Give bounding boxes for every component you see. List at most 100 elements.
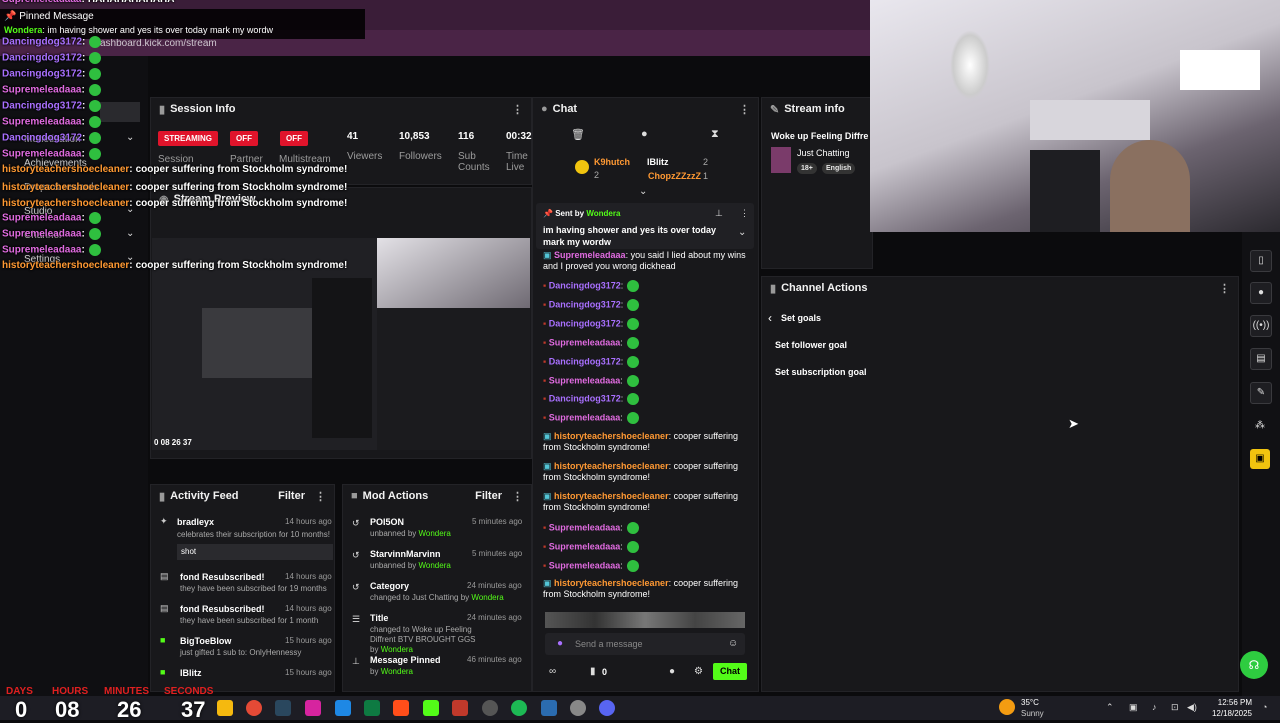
infinity-icon[interactable]: ∞	[549, 666, 556, 677]
chat-message[interactable]: ▣ historyteachershoecleaner: cooper suff…	[543, 491, 753, 513]
chat-username[interactable]: historyteachershoecleaner	[554, 491, 669, 501]
colon-separator: :	[129, 260, 133, 271]
share-icon[interactable]: ⁂	[1250, 416, 1270, 436]
chat-bubble-icon[interactable]: ●	[1250, 282, 1272, 304]
settings-app-icon[interactable]	[570, 700, 586, 716]
steam-icon[interactable]	[275, 700, 291, 716]
chat-message[interactable]: ▪ Dancingdog3172:	[543, 318, 753, 330]
emote-bar[interactable]	[545, 612, 745, 628]
kebab-icon[interactable]: ⋮	[315, 490, 326, 503]
wrench-icon[interactable]: ✎	[1250, 382, 1272, 404]
subs-value: 116	[458, 131, 475, 142]
chat-message[interactable]: ▪ Supremeleadaaa:	[543, 337, 753, 349]
chat-username[interactable]: Supremeleadaaa	[554, 250, 626, 260]
obs-icon[interactable]	[482, 700, 498, 716]
unpin-icon[interactable]: ⊥	[715, 208, 723, 219]
clock-date[interactable]: 12/18/2025	[1208, 709, 1252, 718]
chevron-up-icon[interactable]: ⌃	[1106, 702, 1114, 713]
chat-message[interactable]: ▪ Supremeleadaaa:	[543, 375, 753, 387]
clipboard-icon[interactable]: ▯	[1250, 250, 1272, 272]
discord-icon[interactable]	[599, 700, 615, 716]
chat-message[interactable]: ▪ Supremeleadaaa:	[543, 541, 753, 553]
chat-message[interactable]: ▪ Dancingdog3172:	[543, 299, 753, 311]
set-goals-back[interactable]: Set goals	[781, 313, 821, 323]
kebab-icon[interactable]: ⋮	[739, 103, 750, 116]
chat-message[interactable]: ▣ Supremeleadaaa: you said I lied about …	[543, 250, 753, 272]
chat-bubble-icon[interactable]: ●	[669, 666, 675, 677]
kick-app-icon[interactable]	[423, 700, 439, 716]
mod-filter-button[interactable]: Filter	[475, 490, 502, 502]
back-arrow-icon[interactable]: ‹	[768, 311, 772, 325]
chat-message[interactable]: ▪ Supremeleadaaa:	[543, 522, 753, 534]
instagram-icon[interactable]	[305, 700, 321, 716]
set-follower-goal[interactable]: Set follower goal	[775, 340, 847, 350]
chat-message[interactable]: ▪ Supremeleadaaa:	[543, 412, 753, 424]
sidebar-active-item[interactable]	[100, 102, 140, 122]
chat-message[interactable]: ▣ historyteachershoecleaner: cooper suff…	[543, 431, 753, 453]
weather-temp[interactable]: 35°C	[1021, 698, 1039, 707]
clapper-icon[interactable]: ▣	[1250, 449, 1270, 469]
chat-username[interactable]: historyteachershoecleaner	[554, 461, 669, 471]
brave-icon[interactable]	[393, 700, 409, 716]
trash-icon[interactable]: 🗑	[571, 128, 585, 141]
chevron-down-icon[interactable]: ⌄	[126, 228, 134, 239]
hourglass-icon[interactable]: ⧗	[711, 128, 719, 141]
kebab-icon[interactable]: ⋮	[512, 103, 523, 116]
chat-username[interactable]: historyteachershoecleaner	[554, 578, 669, 588]
chat-username[interactable]: Supremeleadaaa	[549, 375, 621, 385]
chevron-down-icon[interactable]: ⌄	[639, 186, 647, 197]
set-subscription-goal[interactable]: Set subscription goal	[775, 367, 867, 377]
leaderboard-user[interactable]: K9hutch	[594, 157, 630, 167]
chevron-down-icon[interactable]: ⌄	[126, 132, 134, 143]
clock-time[interactable]: 12:56 PM	[1214, 698, 1252, 707]
chat-send-button[interactable]: Chat	[713, 663, 747, 680]
url-text[interactable]: ashboard.kick.com/stream	[100, 38, 217, 49]
kebab-icon[interactable]: ⋮	[1219, 282, 1230, 295]
chat-username[interactable]: Dancingdog3172	[549, 280, 621, 290]
chat-username[interactable]: Supremeleadaaa	[549, 337, 621, 347]
chat-username[interactable]: Dancingdog3172	[549, 393, 621, 403]
spotify-icon[interactable]	[511, 700, 527, 716]
activity-filter-button[interactable]: Filter	[278, 490, 305, 502]
chat-username[interactable]: Supremeleadaaa	[549, 412, 621, 422]
smile-icon[interactable]: ☺	[728, 638, 738, 649]
chat-message[interactable]: ▪ Dancingdog3172:	[543, 393, 753, 405]
edge-icon[interactable]	[335, 700, 351, 716]
microphone-icon[interactable]: ♪	[1152, 702, 1157, 712]
chat-message[interactable]: ▪ Dancingdog3172:	[543, 280, 753, 292]
chat-message[interactable]: ▪ Dancingdog3172:	[543, 356, 753, 368]
kebab-icon[interactable]: ⋮	[740, 208, 749, 219]
leaderboard-user[interactable]: ChopzZZzzZ	[648, 171, 701, 181]
chat-username[interactable]: historyteachershoecleaner	[554, 431, 669, 441]
store-icon[interactable]	[541, 700, 557, 716]
chat-message[interactable]: ▣ historyteachershoecleaner: cooper suff…	[543, 578, 753, 600]
leaderboard-user[interactable]: IBlitz	[647, 157, 669, 167]
weather-desc[interactable]: Sunny	[1021, 709, 1044, 718]
broadcast-icon[interactable]: ((•))	[1250, 315, 1272, 337]
volume-icon[interactable]: ◀)	[1187, 702, 1197, 713]
network-icon[interactable]: ⊡	[1171, 702, 1179, 713]
chrome-icon[interactable]	[246, 700, 262, 716]
notifications-icon[interactable]: ◔	[1262, 702, 1267, 712]
kebab-icon[interactable]: ⋮	[512, 490, 523, 503]
tray-app-icon[interactable]: ▣	[1129, 702, 1138, 713]
chat-input[interactable]: Send a message	[575, 639, 643, 649]
chat-username[interactable]: Supremeleadaaa	[549, 560, 621, 570]
chat-username[interactable]: Dancingdog3172	[549, 318, 621, 328]
kick-icon[interactable]	[364, 700, 380, 716]
chat-username[interactable]: Dancingdog3172	[549, 299, 621, 309]
chat-username[interactable]: Supremeleadaaa	[549, 541, 621, 551]
chat-message[interactable]: ▪ Supremeleadaaa:	[543, 560, 753, 572]
colon-separator: :	[82, 132, 86, 144]
emote-icon[interactable]: ●	[557, 638, 563, 649]
file-explorer-icon[interactable]	[217, 700, 233, 716]
card-icon[interactable]: ▤	[1250, 348, 1272, 370]
chat-message[interactable]: ▣ historyteachershoecleaner: cooper suff…	[543, 461, 753, 483]
support-chat-icon[interactable]: ☊	[1240, 651, 1268, 679]
chat-username[interactable]: Supremeleadaaa	[549, 522, 621, 532]
chevron-down-icon[interactable]: ⌄	[738, 227, 746, 238]
chat-username[interactable]: Dancingdog3172	[549, 356, 621, 366]
chat-settings-icon[interactable]: ●	[641, 128, 648, 140]
voice-app-icon[interactable]	[452, 700, 468, 716]
gear-icon[interactable]: ⚙	[694, 666, 703, 677]
